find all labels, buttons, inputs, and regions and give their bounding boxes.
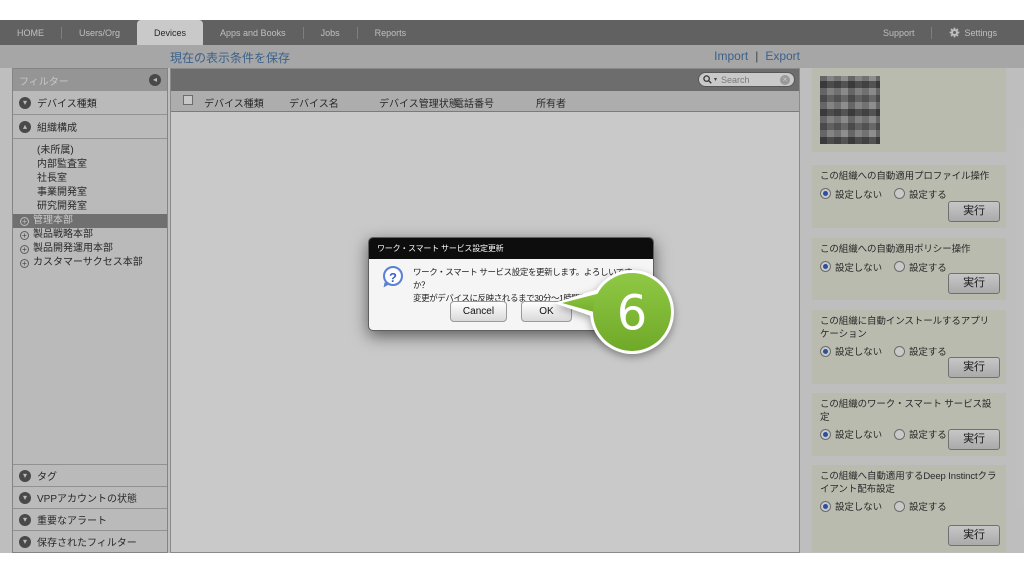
step-number: 6: [617, 285, 648, 341]
app-window: HOME Users/Org Devices Apps and Books Jo…: [0, 20, 1024, 553]
step-annotation-badge: 6: [546, 260, 678, 366]
cancel-button[interactable]: Cancel: [450, 301, 507, 322]
dialog-title: ワーク・スマート サービス設定更新: [369, 238, 653, 259]
question-icon: ?: [383, 266, 403, 286]
